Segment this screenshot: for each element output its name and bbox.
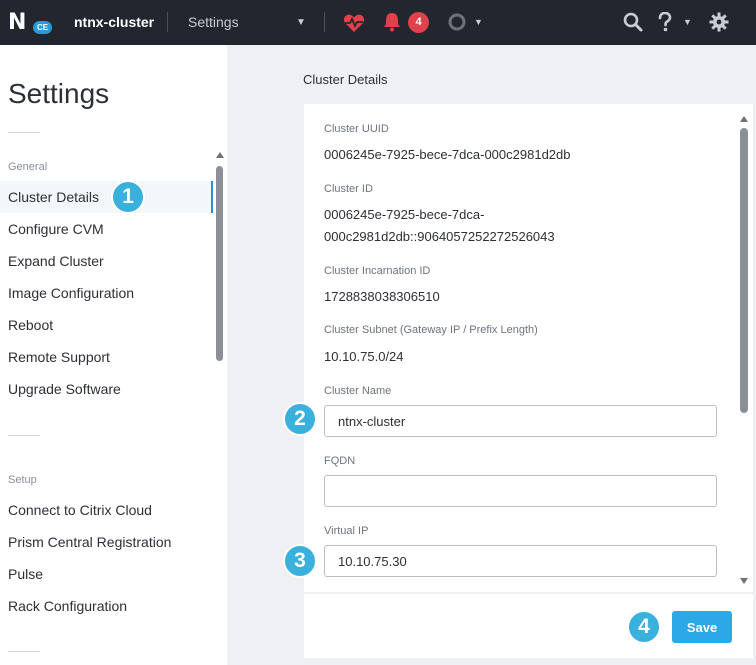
sidebar-item-remote-support[interactable]: Remote Support	[0, 341, 213, 373]
divider	[8, 132, 40, 133]
virtual-ip-label: Virtual IP	[324, 525, 369, 537]
page-title: Settings	[8, 78, 110, 109]
sidebar-scrollbar[interactable]	[216, 166, 223, 361]
callout-badge: 4	[627, 610, 661, 644]
sidebar-item-prism-central-registration[interactable]: Prism Central Registration	[0, 526, 213, 558]
divider	[324, 12, 325, 32]
virtual-ip-input[interactable]	[324, 545, 717, 577]
chevron-down-icon[interactable]: ▼	[474, 17, 483, 27]
cluster-name-input[interactable]	[324, 405, 717, 437]
cluster-subnet-label: Cluster Subnet (Gateway IP / Prefix Leng…	[324, 324, 538, 336]
sidebar-item-upgrade-software[interactable]: Upgrade Software	[0, 373, 213, 405]
search-icon[interactable]	[623, 12, 643, 32]
logo-letter: N	[8, 10, 26, 35]
settings-sidebar: Settings General Cluster Details Configu…	[0, 45, 227, 665]
divider	[167, 12, 168, 32]
callout-badge: 3	[283, 544, 317, 578]
gear-icon[interactable]	[709, 12, 729, 32]
edition-badge: CE	[33, 21, 53, 34]
sidebar-item-image-configuration[interactable]: Image Configuration	[0, 277, 213, 309]
divider	[8, 435, 40, 436]
cluster-name-label: Cluster Name	[324, 385, 392, 397]
circle-icon[interactable]	[448, 13, 466, 31]
callout-badge: 1	[111, 180, 145, 214]
sidebar-item-expand-cluster[interactable]: Expand Cluster	[0, 245, 213, 277]
form-scrollbar[interactable]	[740, 128, 748, 413]
divider	[8, 651, 40, 652]
sidebar-item-reboot[interactable]: Reboot	[0, 309, 213, 341]
cluster-name[interactable]: ntnx-cluster	[74, 14, 154, 30]
cluster-id-value-line1: 0006245e-7925-bece-7dca-	[324, 207, 485, 222]
save-button[interactable]: Save	[672, 611, 732, 643]
bell-icon[interactable]	[383, 12, 401, 32]
sidebar-item-connect-citrix-cloud[interactable]: Connect to Citrix Cloud	[0, 494, 213, 526]
chevron-down-icon: ▼	[296, 17, 306, 28]
cluster-uuid-value: 0006245e-7925-bece-7dca-000c2981d2db	[324, 147, 571, 162]
sidebar-item-configure-cvm[interactable]: Configure CVM	[0, 213, 213, 245]
scroll-up-arrow[interactable]	[740, 116, 748, 122]
cluster-id-label: Cluster ID	[324, 183, 373, 195]
fqdn-label: FQDN	[324, 455, 356, 467]
fqdn-input[interactable]	[324, 475, 717, 507]
section-heading-general: General	[8, 161, 48, 173]
section-title: Cluster Details	[303, 72, 388, 87]
scroll-up-arrow[interactable]	[216, 152, 224, 158]
cluster-details-form: Cluster UUID 0006245e-7925-bece-7dca-000…	[304, 104, 753, 592]
sidebar-item-rack-configuration[interactable]: Rack Configuration	[0, 590, 213, 622]
cluster-id-value-line2: 000c2981d2db::9064057252272526043	[324, 229, 555, 244]
alert-count-badge[interactable]: 4	[408, 12, 429, 33]
callout-badge: 2	[283, 402, 317, 436]
sidebar-item-pulse[interactable]: Pulse	[0, 558, 213, 590]
sidebar-item-cluster-details[interactable]: Cluster Details	[0, 181, 213, 213]
cluster-subnet-value: 10.10.75.0/24	[324, 349, 404, 364]
question-icon[interactable]	[657, 12, 673, 32]
cluster-incarnation-value: 1728838038306510	[324, 289, 440, 304]
page-selector-label: Settings	[188, 14, 239, 30]
chevron-down-icon[interactable]: ▼	[683, 17, 692, 27]
cluster-uuid-label: Cluster UUID	[324, 123, 389, 135]
scroll-down-arrow[interactable]	[740, 578, 748, 584]
cluster-incarnation-label: Cluster Incarnation ID	[324, 265, 431, 277]
heart-pulse-icon[interactable]	[343, 13, 365, 33]
nutanix-logo[interactable]: N CE	[8, 10, 54, 36]
page-selector[interactable]: Settings ▼	[188, 14, 308, 30]
section-heading-setup: Setup	[8, 474, 37, 486]
top-bar: N CE ntnx-cluster Settings ▼ 4 ▼ ▼	[0, 0, 756, 45]
